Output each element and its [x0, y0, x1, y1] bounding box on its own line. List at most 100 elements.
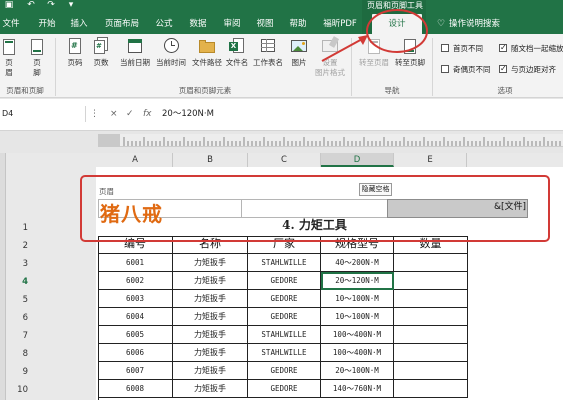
sheet-name-button[interactable]: 工作表名 [250, 37, 286, 83]
formula-input[interactable]: 20～120N·M [162, 107, 214, 121]
table-cell[interactable] [394, 254, 468, 272]
table-cell[interactable]: 6002 [98, 272, 173, 290]
table-cell[interactable] [394, 326, 468, 344]
table-cell[interactable] [394, 308, 468, 326]
goto-header-label: 转至页眉 [359, 58, 389, 67]
picture-button[interactable]: 图片 [284, 37, 314, 83]
row-header-5[interactable]: 5 [8, 292, 38, 309]
different-first-page-checkbox[interactable] [441, 44, 449, 52]
name-box[interactable]: D4 [0, 106, 86, 122]
option-align-with-margins[interactable]: 与页边距对齐 [499, 63, 556, 76]
tab-file[interactable]: 文件 [0, 14, 22, 34]
table-cell[interactable]: 6004 [98, 308, 173, 326]
qat-dropdown-icon[interactable]: ▾ [66, 0, 76, 11]
tab-data[interactable]: 数据 [185, 14, 211, 34]
option-different-odd-even[interactable]: 奇偶页不同 [441, 64, 491, 76]
table-cell[interactable]: 6007 [98, 362, 173, 380]
row-header-10[interactable]: 10 [8, 382, 38, 399]
page-count-button[interactable]: # 页数 [86, 37, 116, 83]
file-path-button[interactable]: 文件路径 [189, 37, 225, 83]
table-cell[interactable]: GEDORE [248, 272, 321, 290]
goto-header-button[interactable]: 转至页眉 [356, 37, 392, 83]
table-cell[interactable]: 140～760N·M [321, 380, 394, 398]
table-cell[interactable]: 100～400N·M [321, 344, 394, 362]
name-box-dropdown-icon[interactable]: ⋮ [90, 107, 99, 121]
table-cell[interactable]: 40～200N·M [321, 254, 394, 272]
table-cell[interactable] [394, 290, 468, 308]
column-header-d[interactable]: D [321, 153, 394, 167]
table-cell[interactable]: 力矩扳手 [173, 362, 248, 380]
row-header-7[interactable]: 7 [8, 328, 38, 345]
row-header-3[interactable]: 3 [8, 256, 38, 273]
table-cell[interactable]: 力矩扳手 [173, 344, 248, 362]
table-cell[interactable]: 力矩扳手 [173, 290, 248, 308]
align-with-margins-checkbox[interactable] [499, 63, 507, 75]
insert-function-icon[interactable]: fx [143, 107, 152, 121]
format-picture-button[interactable]: 设置 图片格式 [312, 36, 348, 83]
table-cell[interactable]: 6003 [98, 290, 173, 308]
table-cell[interactable]: 100～400N·M [321, 326, 394, 344]
row-header-4[interactable]: 4 [8, 274, 38, 291]
different-odd-even-checkbox[interactable] [441, 65, 449, 73]
table-cell[interactable]: 力矩扳手 [173, 254, 248, 272]
row-header-9[interactable]: 9 [8, 364, 38, 381]
selected-cell-d4[interactable]: 20～120N·M [321, 272, 394, 290]
table-cell[interactable]: GEDORE [248, 362, 321, 380]
tab-home[interactable]: 开始 [34, 14, 60, 34]
table-cell[interactable]: 力矩扳手 [173, 380, 248, 398]
tell-me-search[interactable]: ♡ 操作说明搜索 [437, 14, 500, 34]
tab-design[interactable]: 设计 [372, 14, 422, 34]
table-cell[interactable]: STAHLWILLE [248, 254, 321, 272]
table-cell[interactable]: 6001 [98, 254, 173, 272]
row-header-2[interactable]: 2 [8, 238, 38, 255]
table-cell[interactable]: 20～100N·M [321, 362, 394, 380]
confirm-icon[interactable]: ✓ [126, 107, 134, 121]
column-header-b[interactable]: B [173, 153, 248, 167]
tab-foxit-pdf[interactable]: 福昕PDF [318, 14, 362, 34]
table-cell[interactable] [394, 344, 468, 362]
row-header-6[interactable]: 6 [8, 310, 38, 327]
column-header-a[interactable]: A [98, 153, 173, 167]
header-button[interactable]: 页 眉 [0, 37, 18, 83]
table-cell[interactable]: STAHLWILLE [248, 326, 321, 344]
save-icon[interactable]: ▣ [4, 0, 14, 11]
different-first-page-label: 首页不同 [453, 44, 483, 53]
option-scale-with-document[interactable]: 随文档一起缩放 [499, 42, 563, 55]
cancel-icon[interactable]: × [110, 107, 118, 121]
table-cell[interactable]: 力矩扳手 [173, 308, 248, 326]
footer-button[interactable]: 页 脚 [26, 37, 48, 83]
table-cell[interactable]: GEDORE [248, 380, 321, 398]
format-picture-label-top: 设置 [322, 58, 338, 67]
row-header-1[interactable]: 1 [8, 220, 38, 237]
tab-formulas[interactable]: 公式 [151, 14, 177, 34]
scale-with-document-checkbox[interactable] [499, 42, 507, 54]
goto-footer-button[interactable]: 转至页脚 [392, 37, 428, 83]
table-cell[interactable]: GEDORE [248, 290, 321, 308]
tab-view[interactable]: 视图 [252, 14, 278, 34]
tab-help[interactable]: 帮助 [285, 14, 311, 34]
file-name-button[interactable]: X 文件名 [222, 37, 252, 83]
table-cell[interactable]: 10～100N·M [321, 290, 394, 308]
table-cell[interactable] [394, 380, 468, 398]
redo-icon[interactable]: ↷ [46, 0, 56, 11]
table-cell[interactable]: 力矩扳手 [173, 326, 248, 344]
table-cell[interactable]: 6006 [98, 344, 173, 362]
undo-icon[interactable]: ↶ [26, 0, 36, 11]
table-cell[interactable]: GEDORE [248, 308, 321, 326]
table-cell[interactable]: 力矩扳手 [173, 272, 248, 290]
table-cell[interactable]: 10～100N·M [321, 308, 394, 326]
table-cell[interactable]: 6005 [98, 326, 173, 344]
column-header-e[interactable]: E [394, 153, 467, 167]
option-different-first-page[interactable]: 首页不同 [441, 43, 483, 55]
table-cell[interactable]: 6008 [98, 380, 173, 398]
row-header-8[interactable]: 8 [8, 346, 38, 363]
current-date-button[interactable]: 当前日期 [117, 37, 153, 83]
table-cell[interactable] [394, 362, 468, 380]
table-cell[interactable] [394, 272, 468, 290]
tab-review[interactable]: 审阅 [219, 14, 245, 34]
current-time-button[interactable]: 当前时间 [153, 37, 189, 83]
table-cell[interactable]: STAHLWILLE [248, 344, 321, 362]
tab-insert[interactable]: 插入 [66, 14, 92, 34]
tab-page-layout[interactable]: 页面布局 [103, 14, 141, 34]
column-header-c[interactable]: C [248, 153, 321, 167]
